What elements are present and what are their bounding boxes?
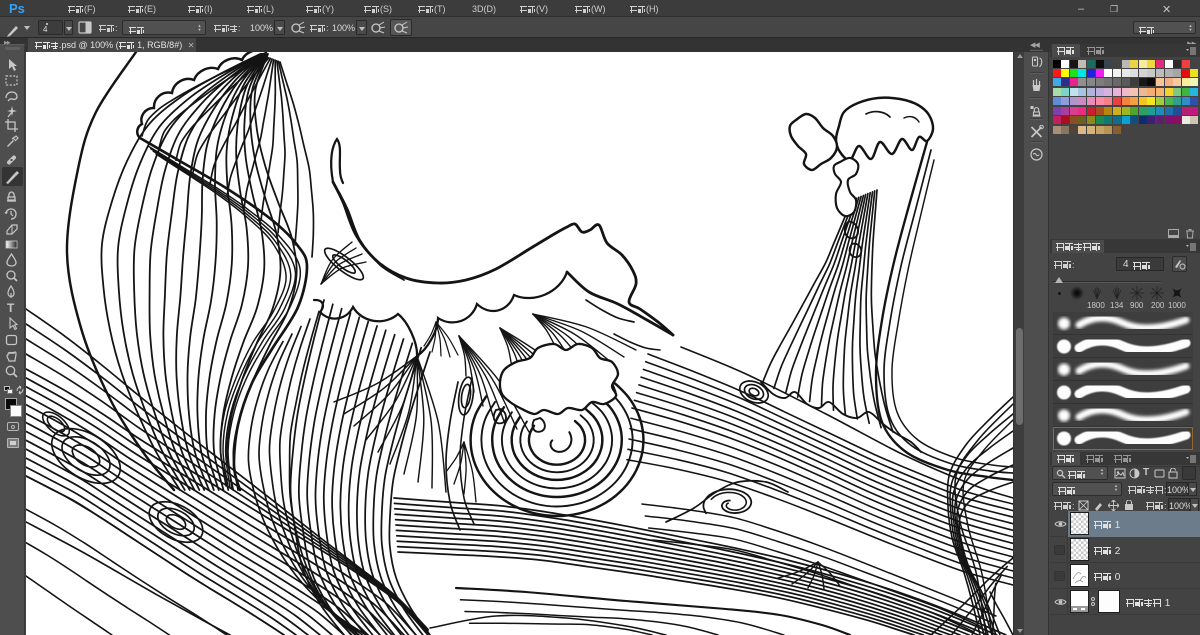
svg-text:T: T bbox=[7, 301, 15, 315]
